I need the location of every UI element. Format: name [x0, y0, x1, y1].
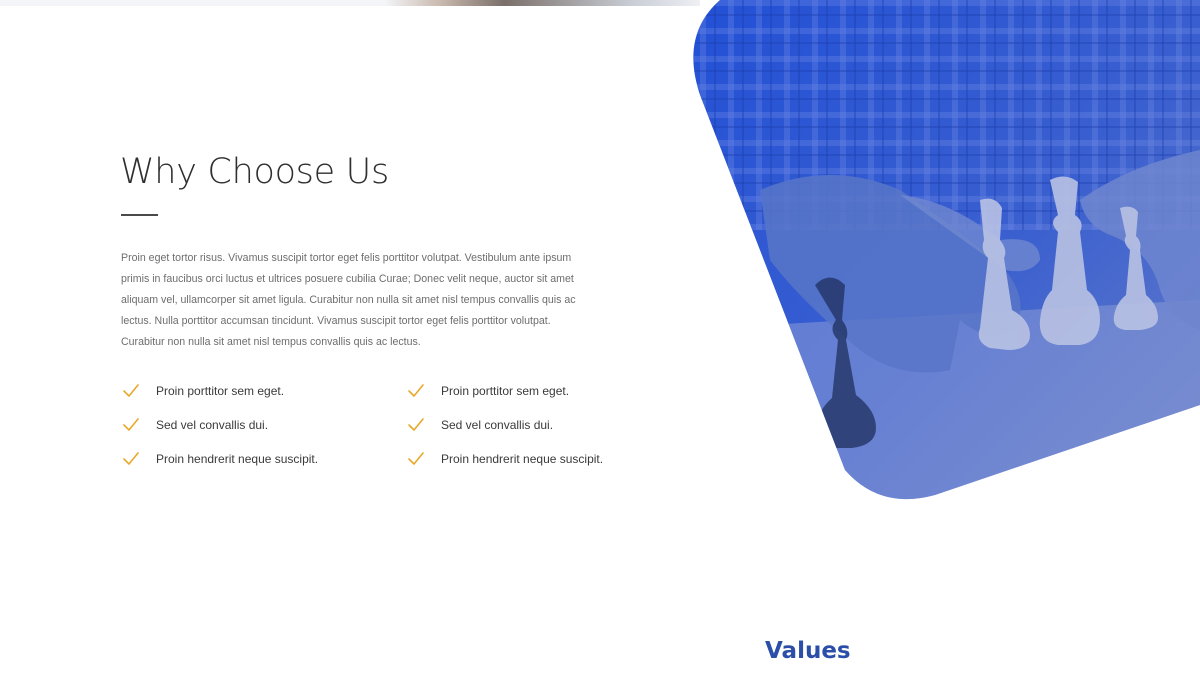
feature-item: Sed vel convallis dui.: [407, 412, 603, 446]
check-icon: [408, 384, 424, 397]
feature-label: Proin hendrerit neque suscipit.: [441, 452, 604, 466]
feature-item: Proin hendrerit neque suscipit.: [122, 446, 318, 480]
title-divider: [121, 214, 158, 216]
values-heading: Values: [765, 638, 851, 664]
feature-label: Sed vel convallis dui.: [441, 418, 554, 432]
feature-list-right: Proin porttitor sem eget. Sed vel conval…: [407, 378, 603, 480]
feature-item: Sed vel convallis dui.: [122, 412, 318, 446]
check-icon: [123, 384, 139, 397]
feature-label: Sed vel convallis dui.: [156, 418, 269, 432]
feature-label: Proin porttitor sem eget.: [156, 384, 285, 398]
check-icon: [408, 418, 424, 431]
feature-list-left: Proin porttitor sem eget. Sed vel conval…: [122, 378, 318, 480]
section-title: Why Choose Us: [120, 152, 389, 192]
feature-label: Proin hendrerit neque suscipit.: [156, 452, 319, 466]
feature-item: Proin porttitor sem eget.: [407, 378, 603, 412]
feature-item: Proin hendrerit neque suscipit.: [407, 446, 603, 480]
check-icon: [408, 452, 424, 465]
check-icon: [123, 452, 139, 465]
feature-label: Proin porttitor sem eget.: [441, 384, 570, 398]
top-image-strip: [0, 0, 700, 6]
check-icon: [123, 418, 139, 431]
intro-paragraph: Proin eget tortor risus. Vivamus suscipi…: [121, 252, 576, 348]
feature-item: Proin porttitor sem eget.: [122, 378, 318, 412]
